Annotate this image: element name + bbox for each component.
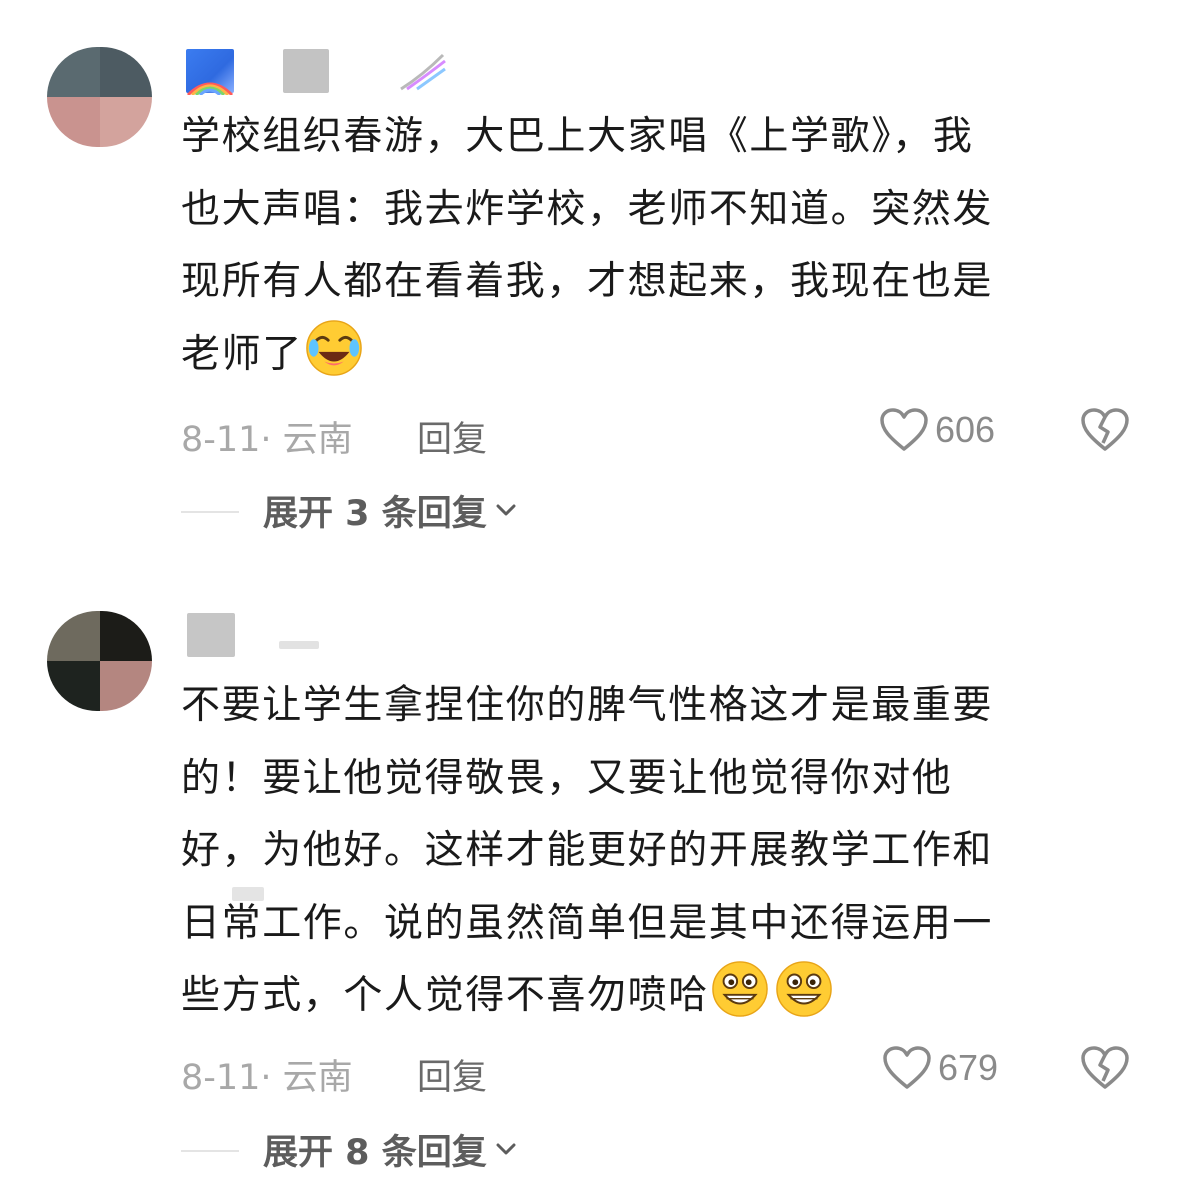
- avatar-pixel: [47, 661, 100, 711]
- reply-button[interactable]: 回复: [417, 1049, 487, 1100]
- like-button[interactable]: 679: [882, 1043, 998, 1093]
- divider-line: [181, 1150, 239, 1152]
- expand-replies-button[interactable]: 展开 8 条回复: [263, 1124, 519, 1174]
- comment-text: 不要让学生拿捏住你的脾气性格这才是最重要 的！要让他觉得敬畏，又要让他觉得你对他…: [181, 670, 1101, 1033]
- avatar-pixel: [99, 661, 152, 711]
- like-count: 679: [938, 1047, 999, 1088]
- avatar-pixel: [47, 611, 100, 661]
- comment-line: 好，为他好。这样才能更好的开展教学工作和: [181, 828, 994, 873]
- comment-line: 些方式，个人觉得不喜勿喷哈: [181, 960, 1101, 1033]
- broken-heart-icon[interactable]: [1079, 1043, 1131, 1093]
- expand-replies-label: 展开 8 条回复: [263, 1132, 487, 1173]
- avatar[interactable]: [47, 611, 152, 711]
- expand-replies-row: 展开 8 条回复: [181, 1124, 581, 1174]
- comment-line: 日常工作。说的虽然简单但是其中还得运用一: [181, 900, 994, 946]
- comment-item: 不要让学生拿捏住你的脾气性格这才是最重要 的！要让他觉得敬畏，又要让他觉得你对他…: [0, 0, 1179, 1178]
- comment-line-text: 些方式，个人觉得不喜勿喷哈: [181, 973, 709, 1018]
- text-mosaic: [232, 887, 264, 901]
- heart-icon: [883, 1046, 931, 1089]
- comment-line: 不要让学生拿捏住你的脾气性格这才是最重要: [181, 683, 994, 728]
- grinning-emoji-icon: [712, 961, 768, 1017]
- username-mosaic: [187, 613, 235, 657]
- avatar-pixel: [99, 611, 152, 661]
- chevron-down-icon: [496, 1143, 516, 1155]
- comment-line: 的！要让他觉得敬畏，又要让他觉得你对他: [181, 755, 953, 801]
- username-mosaic: [279, 641, 319, 649]
- username-obscured[interactable]: [183, 611, 333, 659]
- date-location: 8-11· 云南: [181, 1058, 353, 1098]
- grinning-emoji-icon: [776, 961, 832, 1017]
- comment-meta: 8-11· 云南 回复 679: [181, 1043, 1131, 1098]
